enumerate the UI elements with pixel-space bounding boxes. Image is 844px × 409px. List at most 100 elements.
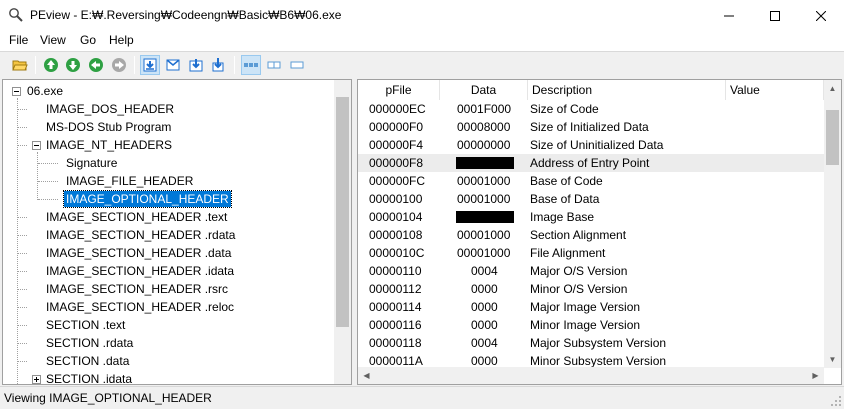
table-row[interactable]: 00000108 00001000 Section Alignment — [358, 226, 824, 244]
view-dword-button[interactable] — [186, 55, 206, 75]
tree-item-nt-headers[interactable]: IMAGE_NT_HEADERS — [3, 136, 333, 154]
details-list[interactable]: pFile Data Description Value 000000EC 000… — [357, 79, 842, 385]
cell-description: Size of Initialized Data — [530, 120, 649, 134]
cell-pfile: 000000FC — [369, 174, 426, 188]
scroll-right-icon[interactable]: ▶ — [807, 367, 824, 384]
table-row[interactable]: 000000F4 00000000 Size of Uninitialized Da… — [358, 136, 824, 154]
resize-grip-icon[interactable] — [830, 395, 842, 407]
column-header-value[interactable]: Value — [726, 80, 824, 100]
tree-vertical-scrollbar[interactable] — [334, 80, 351, 384]
table-row[interactable]: 0000010C 00001000 File Alignment — [358, 244, 824, 262]
layout-1-button[interactable] — [241, 55, 261, 75]
table-row[interactable]: 00000116 0000 Minor Image Version — [358, 316, 824, 334]
cell-description: Major Subsystem Version — [530, 336, 667, 350]
back-button[interactable] — [86, 55, 106, 75]
layout-2-icon — [267, 61, 281, 69]
maximize-button[interactable] — [752, 0, 798, 31]
table-row[interactable]: 00000112 0000 Minor O/S Version — [358, 280, 824, 298]
window-title: PEview - E:₩.Reversing₩Codeengn₩Basic₩B6… — [30, 8, 342, 22]
cell-pfile: 00000116 — [369, 318, 422, 332]
column-header-data[interactable]: Data — [440, 80, 528, 100]
tree-item-section-header-rsrc[interactable]: IMAGE_SECTION_HEADER .rsrc — [3, 280, 333, 298]
open-file-button[interactable] — [10, 55, 30, 75]
layout-1-icon — [244, 63, 258, 67]
cell-description: Image Base — [530, 210, 595, 224]
scroll-up-icon[interactable]: ▲ — [824, 80, 841, 97]
tree-item-label: SECTION .rdata — [46, 336, 134, 350]
down-button[interactable] — [63, 55, 83, 75]
tree-item-section-rdata[interactable]: SECTION .rdata — [3, 334, 333, 352]
table-row[interactable]: 000000EC 0001F000 Size of Code — [358, 100, 824, 118]
view-address-button[interactable] — [208, 55, 228, 75]
table-row[interactable]: 00000104 Image Base — [358, 208, 824, 226]
cell-pfile: 00000110 — [369, 264, 422, 278]
tree-item-section-header-rdata[interactable]: IMAGE_SECTION_HEADER .rdata — [3, 226, 333, 244]
collapse-icon[interactable] — [12, 87, 21, 96]
cell-data: 0000 — [471, 300, 498, 314]
tree-item-label: IMAGE_NT_HEADERS — [46, 138, 173, 152]
scrollbar-thumb[interactable] — [826, 110, 839, 165]
tree-item-section-data[interactable]: SECTION .data — [3, 352, 333, 370]
cell-data: 0004 — [471, 336, 498, 350]
cell-data: 0000 — [471, 282, 498, 296]
tree-item-section-text[interactable]: SECTION .text — [3, 316, 333, 334]
column-header-pfile[interactable]: pFile — [358, 80, 440, 100]
menu-file[interactable]: File — [7, 33, 30, 47]
tree-item-section-header-data[interactable]: IMAGE_SECTION_HEADER .data — [3, 244, 333, 262]
layout-2-button[interactable] — [264, 55, 284, 75]
close-button[interactable] — [798, 0, 844, 31]
magnifier-icon — [9, 8, 23, 22]
view-byte-icon — [143, 58, 157, 72]
minimize-button[interactable] — [706, 0, 752, 31]
tree-item-section-header-idata[interactable]: IMAGE_SECTION_HEADER .idata — [3, 262, 333, 280]
table-row[interactable]: 00000110 0004 Major O/S Version — [358, 262, 824, 280]
list-horizontal-scrollbar[interactable]: ◀ ▶ — [358, 367, 824, 384]
cell-data: 0000 — [471, 354, 498, 368]
view-word-button[interactable] — [163, 55, 183, 75]
up-button[interactable] — [41, 55, 61, 75]
layout-3-icon — [290, 61, 304, 69]
cell-pfile: 00000114 — [369, 300, 422, 314]
cell-data: 0001F000 — [457, 102, 512, 116]
collapse-icon[interactable] — [32, 141, 41, 150]
tree-item-label: IMAGE_DOS_HEADER — [46, 102, 175, 116]
tree-item-section-header-text[interactable]: IMAGE_SECTION_HEADER .text — [3, 208, 333, 226]
scroll-down-icon[interactable]: ▼ — [824, 351, 841, 368]
layout-3-button[interactable] — [287, 55, 307, 75]
cell-data: 00001000 — [457, 228, 511, 242]
tree-item-label: IMAGE_FILE_HEADER — [66, 174, 194, 188]
table-row[interactable]: 000000FC 00001000 Base of Code — [358, 172, 824, 190]
table-row[interactable]: 000000F8 Address of Entry Point — [358, 154, 824, 172]
tree-item-optional-header[interactable]: IMAGE_OPTIONAL_HEADER — [3, 190, 333, 208]
tree-view[interactable]: 06.exe IMAGE_DOS_HEADER MS-DOS Stub Prog… — [2, 79, 352, 385]
tree-item-dos-header[interactable]: IMAGE_DOS_HEADER — [3, 100, 333, 118]
menu-help[interactable]: Help — [107, 33, 136, 47]
view-byte-button[interactable] — [140, 55, 160, 75]
menu-go[interactable]: Go — [78, 33, 98, 47]
tree-item-label: Signature — [66, 156, 118, 170]
scrollbar-thumb[interactable] — [336, 97, 349, 327]
table-row[interactable]: 00000100 00001000 Base of Data — [358, 190, 824, 208]
tree-item-label: IMAGE_SECTION_HEADER .data — [46, 246, 232, 260]
maximize-icon — [770, 10, 780, 21]
expand-icon[interactable] — [32, 375, 41, 384]
table-row[interactable]: 000000F0 00008000 Size of Initialized Data — [358, 118, 824, 136]
cell-data: 0000 — [471, 318, 498, 332]
table-row[interactable]: 00000118 0004 Major Subsystem Version — [358, 334, 824, 352]
tree-item-root[interactable]: 06.exe — [3, 82, 333, 100]
column-header-description[interactable]: Description — [528, 80, 726, 100]
menu-view[interactable]: View — [38, 33, 68, 47]
tree-item-section-header-reloc[interactable]: IMAGE_SECTION_HEADER .reloc — [3, 298, 333, 316]
tree-item-section-idata[interactable]: SECTION .idata — [3, 370, 333, 384]
tree-item-file-header[interactable]: IMAGE_FILE_HEADER — [3, 172, 333, 190]
forward-button[interactable] — [109, 55, 129, 75]
tree-item-signature[interactable]: Signature — [3, 154, 333, 172]
title-bar[interactable]: PEview - E:₩.Reversing₩Codeengn₩Basic₩B6… — [0, 0, 844, 31]
cell-data: 00001000 — [457, 174, 511, 188]
table-row[interactable]: 00000114 0000 Major Image Version — [358, 298, 824, 316]
cell-pfile: 0000011A — [369, 354, 423, 368]
scroll-left-icon[interactable]: ◀ — [358, 367, 375, 384]
tree-item-dos-stub[interactable]: MS-DOS Stub Program — [3, 118, 333, 136]
list-vertical-scrollbar[interactable]: ▲ ▼ — [824, 80, 841, 368]
cell-pfile: 00000104 — [369, 210, 423, 224]
